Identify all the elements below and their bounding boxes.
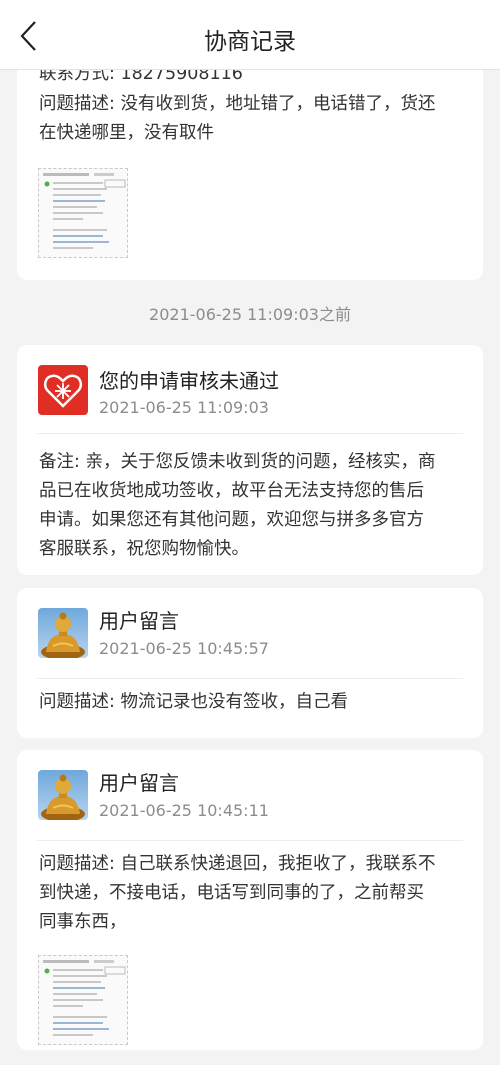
platform-review-card: 您的申请审核未通过 2021-06-25 11:09:03 备注: 亲，关于您反… bbox=[17, 345, 483, 575]
evidence-image-thumbnail[interactable] bbox=[38, 955, 128, 1045]
top-nav-bar: 协商记录 bbox=[0, 0, 500, 70]
record-title: 用户留言 bbox=[99, 771, 179, 795]
buddha-statue-avatar-icon bbox=[38, 608, 88, 658]
record-title: 您的申请审核未通过 bbox=[99, 369, 279, 393]
page-title: 协商记录 bbox=[204, 29, 296, 55]
negotiation-record-card: 联系方式: 18275908116 问题描述: 没有收到货，地址错了，电话错了，… bbox=[17, 40, 483, 280]
timestamp-separator: 2021-06-25 11:09:03之前 bbox=[149, 305, 351, 324]
remark-text-line: 客服联系，祝您购物愉快。 bbox=[39, 539, 249, 559]
avatar bbox=[38, 365, 88, 415]
record-time: 2021-06-25 10:45:57 bbox=[99, 639, 269, 658]
remark-text-line: 备注: 亲，关于您反馈未收到货的问题，经核实，商 bbox=[39, 452, 436, 472]
problem-description-line: 到快递，不接电话，电话写到同事的了，之前帮买 bbox=[39, 883, 424, 903]
problem-description-line: 问题描述: 没有收到货，地址错了，电话错了，货还 bbox=[39, 94, 436, 114]
user-message-card: 用户留言 2021-06-25 10:45:57 问题描述: 物流记录也没有签收… bbox=[17, 588, 483, 738]
record-time: 2021-06-25 11:09:03 bbox=[99, 398, 269, 417]
screenshot-preview-icon bbox=[43, 960, 126, 1036]
pinduoduo-logo-icon bbox=[38, 365, 88, 415]
user-message-card: 用户留言 2021-06-25 10:45:11 问题描述: 自己联系快递退回，… bbox=[17, 750, 483, 1050]
buddha-statue-avatar-icon bbox=[38, 770, 88, 820]
evidence-image-thumbnail[interactable] bbox=[38, 168, 128, 258]
divider bbox=[37, 840, 463, 841]
problem-description-line: 问题描述: 物流记录也没有签收，自己看 bbox=[39, 692, 348, 712]
screenshot-preview-icon bbox=[43, 173, 126, 249]
problem-description-line: 同事东西， bbox=[39, 912, 127, 932]
avatar bbox=[38, 608, 88, 658]
remark-text-line: 申请。如果您还有其他问题，欢迎您与拼多多官方 bbox=[39, 510, 424, 530]
problem-description-line: 问题描述: 自己联系快递退回，我拒收了，我联系不 bbox=[39, 854, 436, 874]
remark-text-line: 品已在收货地成功签收，故平台无法支持您的售后 bbox=[39, 481, 424, 501]
record-time: 2021-06-25 10:45:11 bbox=[99, 801, 269, 820]
divider bbox=[37, 678, 463, 679]
avatar bbox=[38, 770, 88, 820]
record-title: 用户留言 bbox=[99, 609, 179, 633]
problem-description-line: 在快递哪里，没有取件 bbox=[39, 123, 214, 143]
divider bbox=[37, 433, 463, 434]
